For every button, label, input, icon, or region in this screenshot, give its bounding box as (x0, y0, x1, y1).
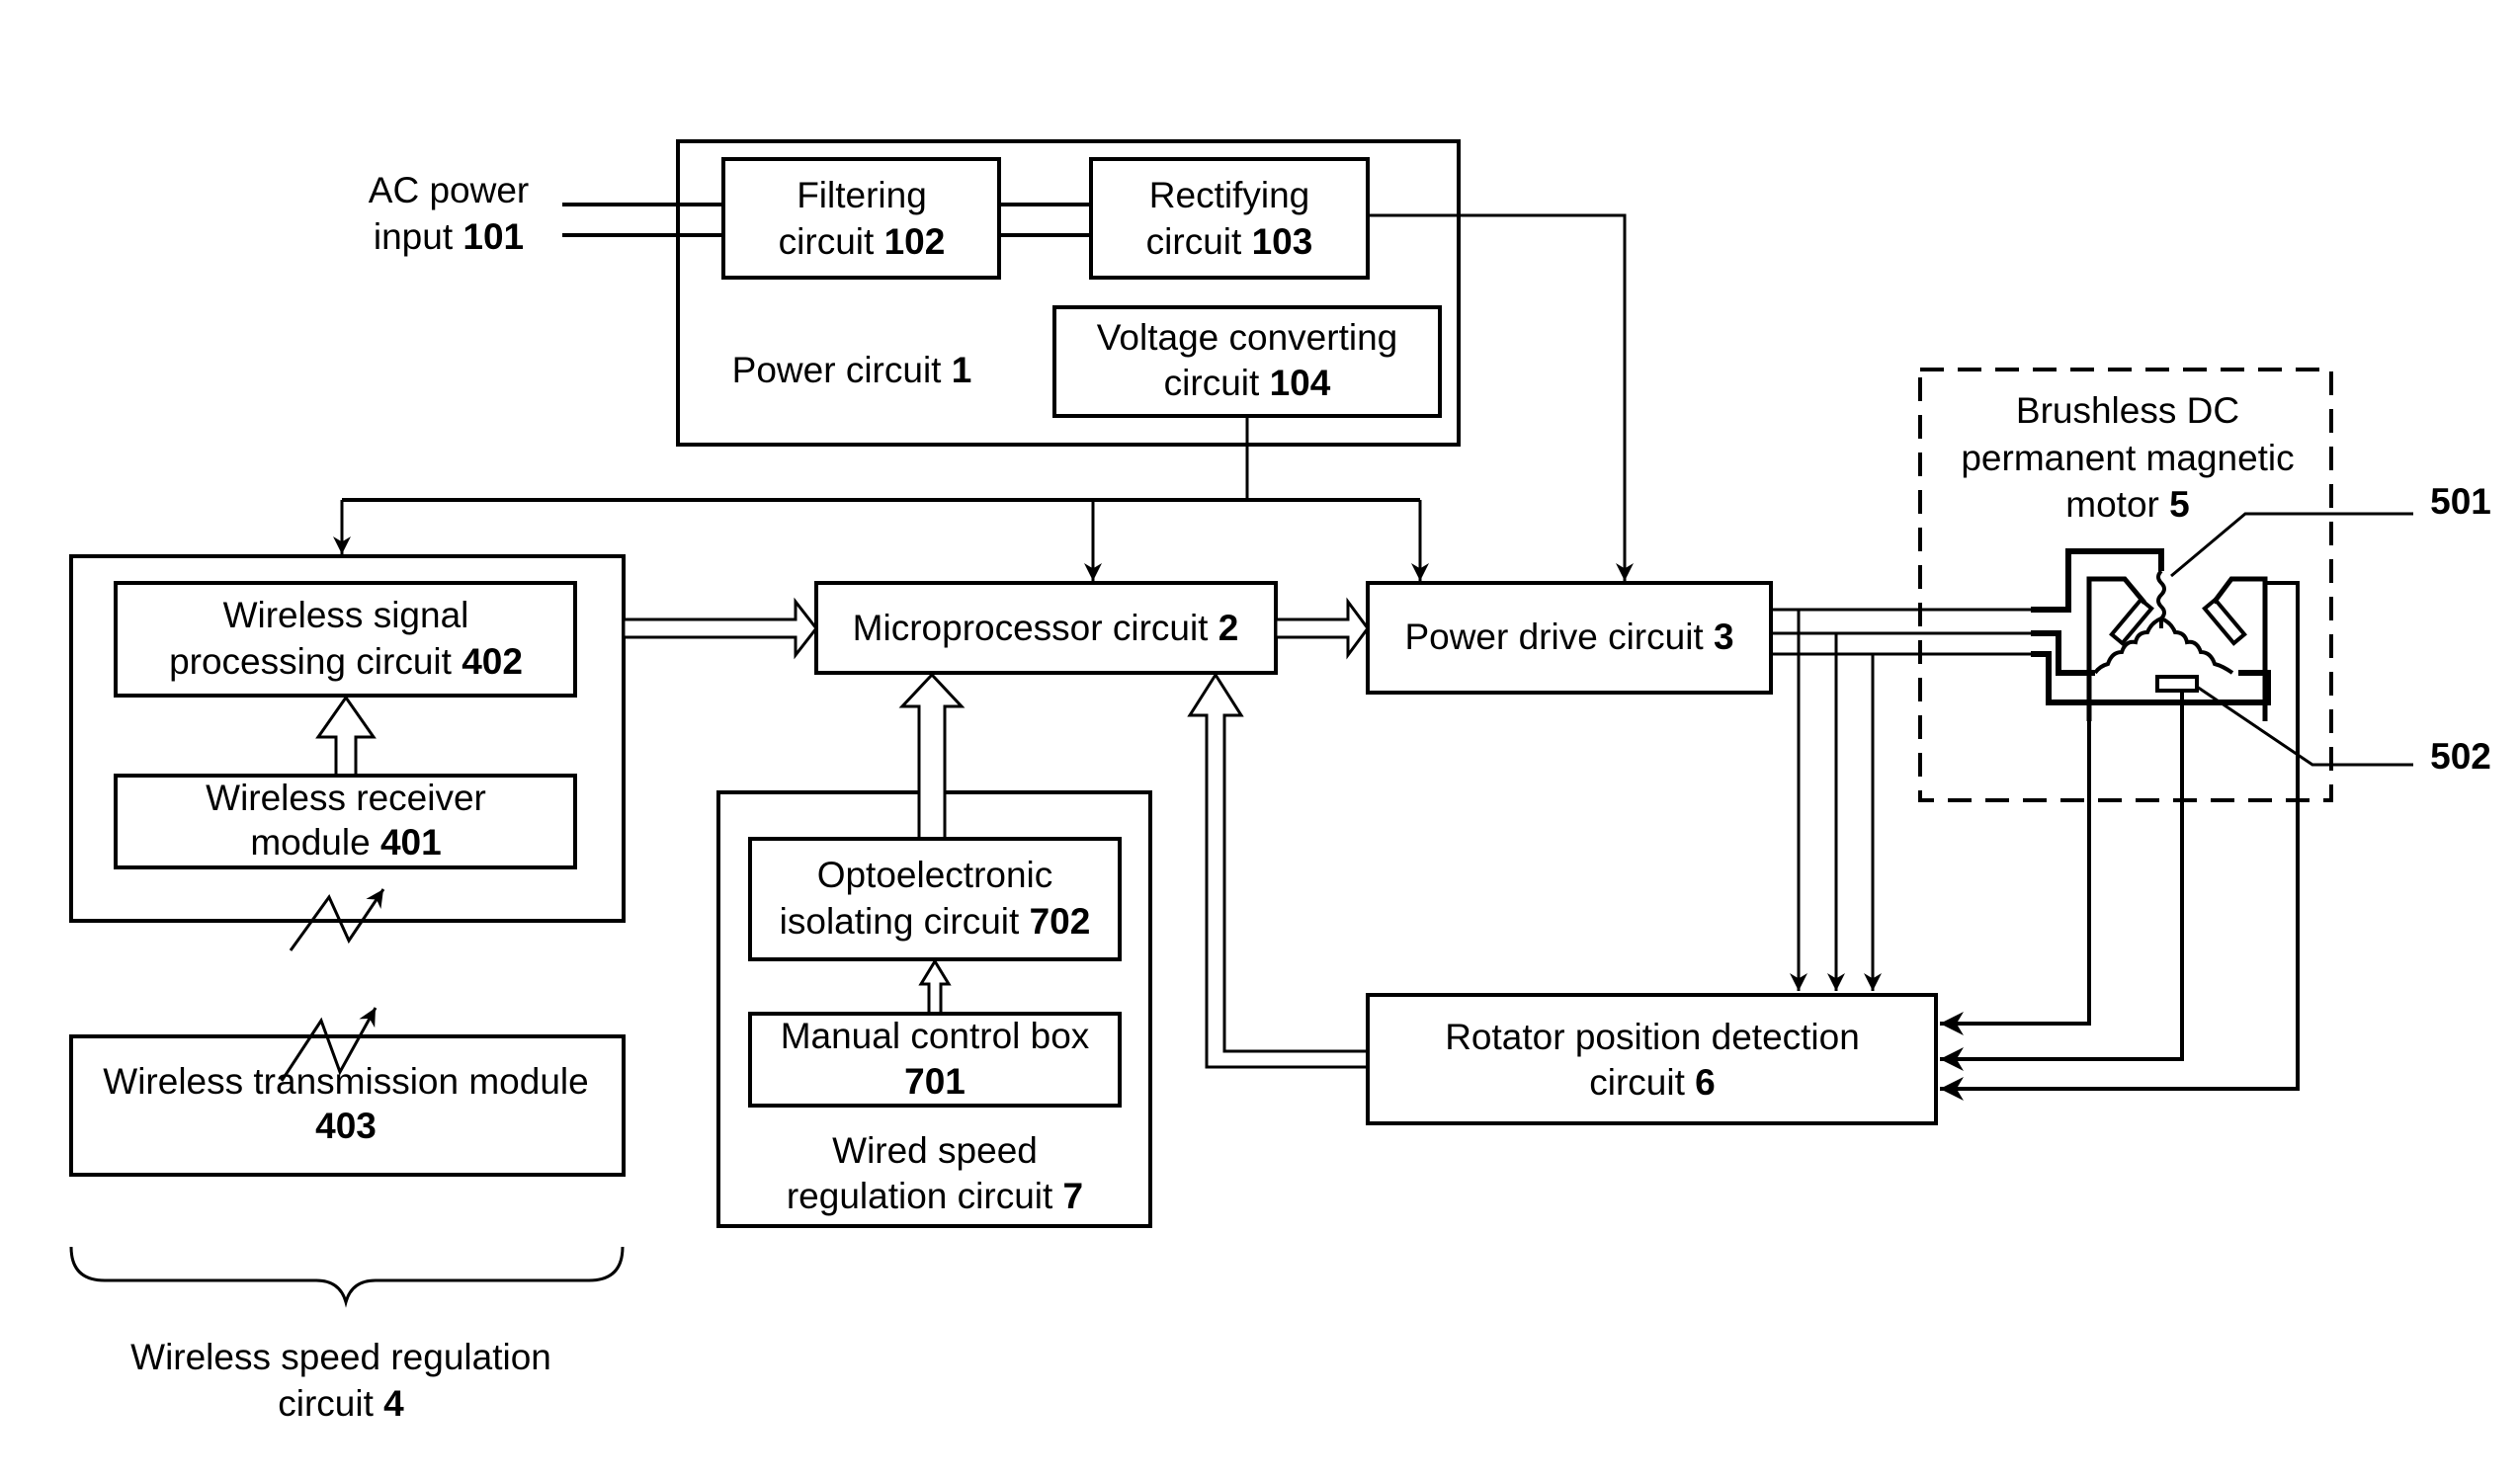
rotator-to-micro-hollow-arrow (1187, 672, 1370, 1069)
filtering-line2: circuit 102 (779, 221, 946, 262)
callout-502: 502 (2430, 736, 2491, 777)
rectifying-line1: Rectifying (1149, 175, 1309, 215)
wr-line2: module 401 (250, 822, 441, 863)
ac-input-line2: input 101 (374, 216, 524, 257)
motor-line1: Brushless DC (2016, 390, 2239, 431)
optoelectronic-isolating-circuit: Optoelectronic isolating circuit 702 (748, 837, 1122, 961)
rotator-line2: circuit 6 (1589, 1062, 1715, 1103)
manual-line2: 701 (904, 1061, 966, 1102)
microprocessor-label: Microprocessor circuit 2 (853, 608, 1239, 648)
winding-lead-c (2031, 651, 2271, 705)
wired-line1: Wired speed (832, 1130, 1038, 1171)
power-circuit-label: Power circuit 1 (732, 350, 972, 390)
filtering-line1: Filtering (797, 175, 927, 215)
motor-line3: motor 5 (2065, 484, 2189, 525)
voltage-line2: circuit 104 (1164, 363, 1331, 403)
sensor-lead-1 (1940, 721, 2091, 1035)
wt-line1: Wireless transmission module (103, 1061, 588, 1102)
callout-501: 501 (2430, 481, 2491, 522)
rotator-detection-box (1366, 993, 1938, 1125)
manual-control-box: Manual control box 701 (748, 1012, 1122, 1108)
wireless-signal-processing-circuit: Wireless signal processing circuit 402 (114, 581, 577, 698)
callout-501-leader (2170, 512, 2413, 578)
microprocessor-circuit: Microprocessor circuit 2 (814, 581, 1278, 675)
block-diagram: AC power input 101 Power circuit 1 Filte… (69, 139, 2491, 1424)
hall-sensor-bottom (2155, 675, 2199, 693)
sensor-lead-3 (1940, 721, 2300, 1101)
wr-line1: Wireless receiver (206, 778, 486, 818)
rotator-position-detection-circuit: Rotator position detection circuit 6 (1366, 993, 1938, 1125)
wsr-line2: circuit 4 (278, 1383, 404, 1424)
wsr-line1: Wireless speed regulation (130, 1337, 551, 1377)
callout-502-leader (2196, 685, 2413, 767)
sensor-lead-2 (1940, 691, 2184, 1071)
voltage-line1: Voltage converting (1097, 317, 1397, 358)
opto-line1: Optoelectronic (817, 855, 1053, 895)
hall-sensor-left (2109, 597, 2154, 646)
wireless-receiver-module: Wireless receiver module 401 (114, 774, 577, 869)
hall-sensor-right (2202, 597, 2247, 646)
ac-power-input: AC power input 101 (369, 170, 723, 257)
filtering-circuit: Filtering circuit 102 (721, 157, 1001, 280)
grouping-brace (69, 1246, 625, 1308)
winding-coil-left (2093, 617, 2162, 675)
wired-line2: regulation circuit 7 (787, 1176, 1083, 1216)
rectifying-circuit: Rectifying circuit 103 (1089, 157, 1370, 280)
rectifying-line2: circuit 103 (1146, 221, 1313, 262)
motor-line2: permanent magnetic (1961, 438, 2294, 478)
wsp-line1: Wireless signal (223, 595, 469, 635)
power-drive-circuit: Power drive circuit 3 (1366, 581, 1773, 695)
power-drive-label: Power drive circuit 3 (1404, 617, 1733, 657)
wt-line2: 403 (315, 1106, 377, 1146)
ac-input-line1: AC power (369, 170, 529, 210)
opto-line2: isolating circuit 702 (780, 901, 1091, 942)
voltage-converting-circuit: Voltage converting circuit 104 (1052, 305, 1442, 418)
micro-to-drive-hollow-arrow (1274, 597, 1370, 660)
wireless-to-micro-hollow-arrow (622, 597, 818, 660)
rotator-line1: Rotator position detection (1445, 1017, 1860, 1057)
wsp-line2: processing circuit 402 (169, 641, 523, 682)
manual-line1: Manual control box (781, 1016, 1090, 1056)
